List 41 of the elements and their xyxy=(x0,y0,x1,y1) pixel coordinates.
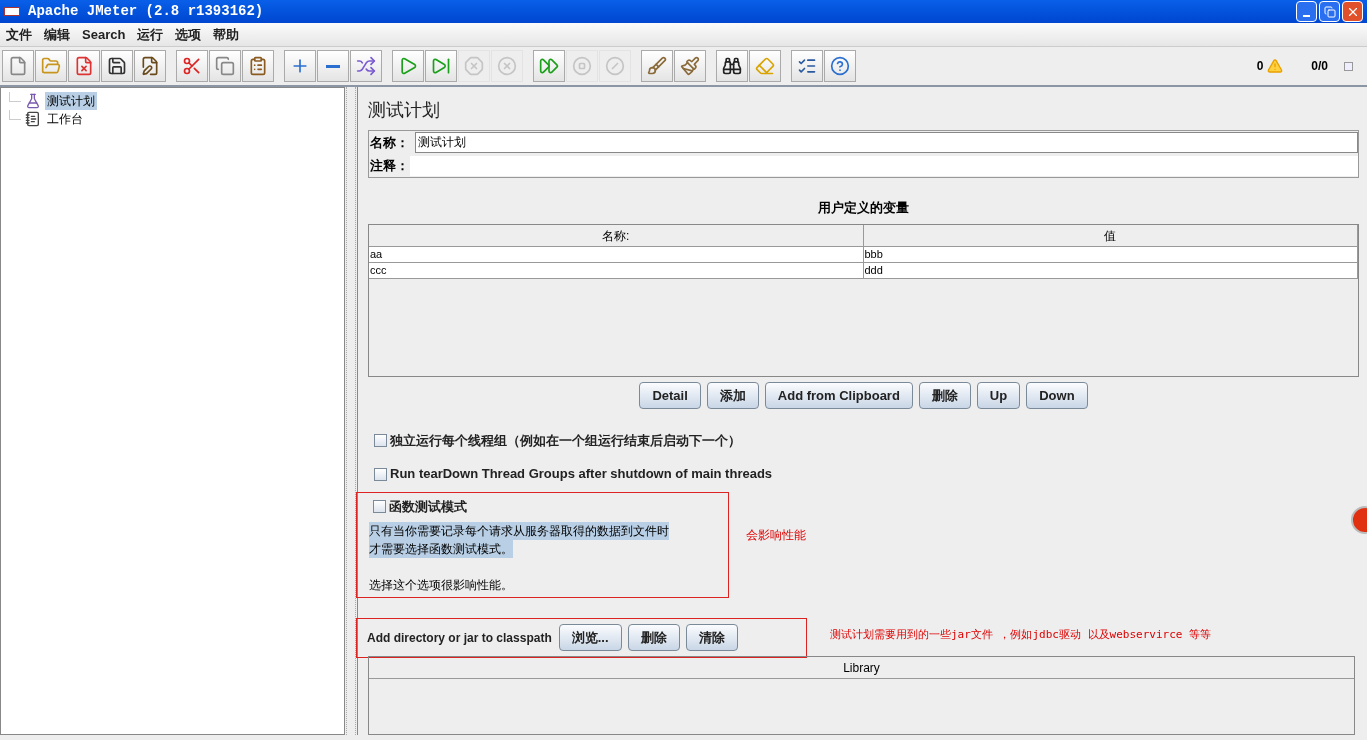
column-header[interactable]: 名称: xyxy=(369,224,864,247)
column-header[interactable]: Library xyxy=(369,656,1354,679)
column-header[interactable]: 值 xyxy=(863,224,1358,247)
menu-item[interactable]: 帮助 xyxy=(213,24,240,45)
menu-item[interactable]: Search xyxy=(82,24,126,45)
window-title: Apache JMeter (2.8 r1393162) xyxy=(28,2,264,21)
annotation-text: 会影响性能 xyxy=(746,526,806,544)
description-text: 选择这个选项很影响性能。 xyxy=(369,577,513,595)
field-label: 注释： xyxy=(370,157,410,176)
classpath-button[interactable]: 清除 xyxy=(685,624,738,652)
classpath-label: Add directory or jar to classpath xyxy=(367,629,552,647)
table-action-button[interactable]: Down xyxy=(1026,381,1088,409)
table-cell: aa xyxy=(369,246,864,263)
error-count: 0 xyxy=(1256,58,1264,75)
menu-item[interactable]: 选项 xyxy=(175,24,202,45)
table-cell: ddd xyxy=(863,262,1358,279)
table-action-button[interactable]: 删除 xyxy=(918,381,971,409)
checkbox-label: 函数测试模式 xyxy=(389,497,467,516)
table-action-button[interactable]: Detail xyxy=(639,381,701,409)
classpath-button[interactable]: 删除 xyxy=(627,624,680,652)
menu-item[interactable]: 编辑 xyxy=(44,24,70,45)
panel-title: 测试计划 xyxy=(368,99,441,122)
checkbox-label: Run tearDown Thread Groups after shutdown of main threads xyxy=(390,465,773,484)
table-action-button[interactable]: 添加 xyxy=(706,381,759,409)
tree-item[interactable]: 测试计划 xyxy=(45,92,97,110)
description-text: 才需要选择函数测试模式。 xyxy=(369,540,513,559)
table-action-button[interactable]: Up xyxy=(976,381,1021,409)
table-cell: ccc xyxy=(369,262,864,279)
table-title: 用户定义的变量 xyxy=(817,199,910,217)
description-text: 只有当你需要记录每个请求从服务器取得的数据到文件时 xyxy=(369,522,669,541)
tree-item[interactable]: 工作台 xyxy=(45,110,85,128)
menu-item[interactable]: 运行 xyxy=(137,24,164,45)
classpath-button[interactable]: 浏览... xyxy=(558,624,622,652)
name-field[interactable]: 测试计划 xyxy=(415,132,1358,153)
field-label: 名称： xyxy=(370,133,410,152)
table-cell: bbb xyxy=(863,246,1358,263)
annotation-text: 测试计划需要用到的一些jar文件 ，例如jdbc驱动 以及webservirce 等等 xyxy=(830,626,1212,643)
thread-count: 0/0 xyxy=(1311,58,1328,75)
menu-item[interactable]: 文件 xyxy=(6,24,32,45)
checkbox-label: 独立运行每个线程组（例如在一个组运行结束后启动下一个） xyxy=(390,431,741,450)
table-action-button[interactable]: Add from Clipboard xyxy=(764,381,913,409)
